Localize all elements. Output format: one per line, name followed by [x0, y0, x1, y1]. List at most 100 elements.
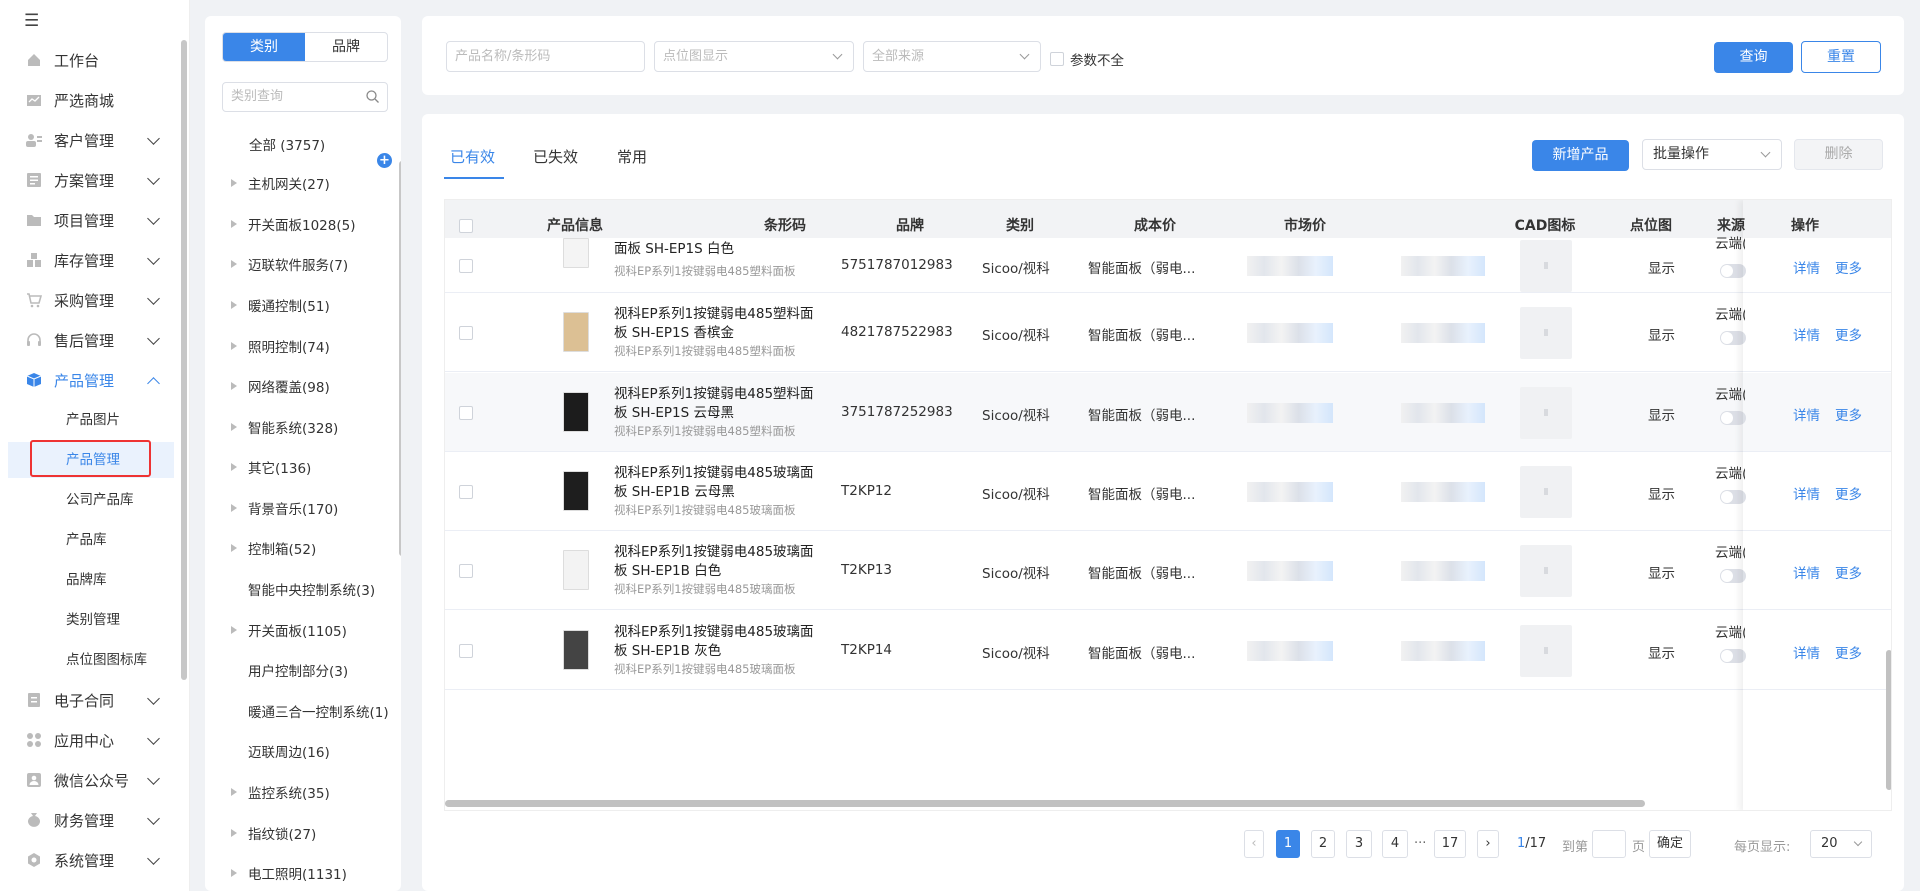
caret-right-icon[interactable]	[231, 220, 237, 228]
caret-right-icon[interactable]	[231, 260, 237, 268]
incomplete-params-filter[interactable]: 参数不全	[1050, 49, 1124, 69]
pagination-ellipsis[interactable]: ···	[1414, 836, 1426, 851]
sidebar-item-product[interactable]: 产品管理	[8, 362, 174, 398]
sidebar-item-purchase[interactable]: 采购管理	[8, 282, 174, 318]
sidebar-item-finance[interactable]: 财务管理	[8, 802, 174, 838]
category-item[interactable]: 控制箱(52)	[205, 528, 401, 568]
page-3-button[interactable]: 3	[1346, 830, 1372, 858]
prev-page-button[interactable]: ‹	[1244, 830, 1264, 858]
sidebar-item-project[interactable]: 项目管理	[8, 202, 174, 238]
caret-right-icon[interactable]	[231, 829, 237, 837]
table-row[interactable]: 视科EP系列1按键弱电485玻璃面板 SH-EP1B 灰色 视科EP系列1按键弱电…	[445, 611, 1891, 690]
page-1-button[interactable]: 1	[1276, 830, 1300, 858]
category-item[interactable]: 暖通控制(51)	[205, 285, 401, 325]
point-display-select[interactable]: 点位图显示	[654, 41, 854, 72]
sidebar-sub-category-management[interactable]: 类别管理	[8, 602, 174, 638]
detail-link[interactable]: 详情	[1793, 404, 1820, 424]
sidebar-sub-product-library[interactable]: 产品库	[8, 522, 174, 558]
category-all[interactable]: 全部 (3757)	[205, 124, 401, 164]
detail-link[interactable]: 详情	[1793, 257, 1820, 277]
source-select[interactable]: 全部来源	[863, 41, 1041, 72]
product-name[interactable]: 视科EP系列1按键弱电485玻璃面板 SH-EP1B 云母黑	[614, 464, 814, 502]
select-all-checkbox[interactable]	[459, 219, 473, 233]
category-item[interactable]: 开关面板1028(5)	[205, 204, 401, 244]
table-horizontal-scrollbar[interactable]	[445, 800, 1645, 807]
tab-inactive[interactable]: 已失效	[533, 146, 578, 167]
delete-button[interactable]: 删除	[1794, 139, 1883, 170]
table-row[interactable]: 视科EP系列1按键弱电485塑料面板 SH-EP1S 香槟金 视科EP系列1按键弱…	[445, 293, 1891, 372]
detail-link[interactable]: 详情	[1793, 324, 1820, 344]
page-2-button[interactable]: 2	[1311, 830, 1335, 858]
product-thumbnail[interactable]	[563, 471, 589, 511]
page-17-button[interactable]: 17	[1434, 830, 1466, 858]
caret-right-icon[interactable]	[231, 423, 237, 431]
category-item[interactable]: 智能系统(328)	[205, 407, 401, 447]
detail-link[interactable]: 详情	[1793, 642, 1820, 662]
table-row[interactable]: 视科EP系列1按键弱电485玻璃面板 SH-EP1B 白色 视科EP系列1按键弱电…	[445, 531, 1891, 610]
reset-button[interactable]: 重置	[1801, 41, 1881, 73]
incomplete-params-checkbox[interactable]	[1050, 52, 1064, 66]
sidebar-sub-product-images[interactable]: 产品图片	[8, 402, 174, 438]
product-name-input[interactable]: 产品名称/条形码	[446, 41, 645, 72]
caret-right-icon[interactable]	[231, 382, 237, 390]
row-checkbox[interactable]	[459, 406, 473, 420]
product-name[interactable]: 视科EP系列1按键弱电485玻璃面板 SH-EP1B 灰色	[614, 623, 814, 661]
row-checkbox[interactable]	[459, 485, 473, 499]
product-thumbnail[interactable]	[563, 238, 589, 268]
detail-link[interactable]: 详情	[1793, 562, 1820, 582]
sidebar-item-customer[interactable]: 客户管理	[8, 122, 174, 158]
caret-right-icon[interactable]	[231, 463, 237, 471]
cad-icon-placeholder[interactable]	[1520, 466, 1572, 518]
cad-icon-placeholder[interactable]	[1520, 240, 1572, 292]
sidebar-sub-point-icon-library[interactable]: 点位图图标库	[8, 642, 174, 678]
sidebar-item-system[interactable]: 系统管理	[8, 842, 174, 878]
more-link[interactable]: 更多	[1835, 642, 1862, 662]
cad-icon-placeholder[interactable]	[1520, 387, 1572, 439]
category-item[interactable]: 网络覆盖(98)	[205, 366, 401, 406]
caret-right-icon[interactable]	[231, 504, 237, 512]
sidebar-item-inventory[interactable]: 库存管理	[8, 242, 174, 278]
tab-common[interactable]: 常用	[617, 146, 647, 167]
category-item[interactable]: 智能中央控制系统(3)	[205, 569, 401, 609]
cad-icon-placeholder[interactable]	[1520, 625, 1572, 677]
caret-right-icon[interactable]	[231, 342, 237, 350]
category-item[interactable]: 背景音乐(170)	[205, 488, 401, 528]
caret-right-icon[interactable]	[231, 544, 237, 552]
row-checkbox[interactable]	[459, 326, 473, 340]
more-link[interactable]: 更多	[1835, 562, 1862, 582]
row-checkbox[interactable]	[459, 259, 473, 273]
goto-page-input[interactable]	[1592, 830, 1626, 858]
cad-icon-placeholder[interactable]	[1520, 545, 1572, 597]
row-checkbox[interactable]	[459, 644, 473, 658]
caret-right-icon[interactable]	[231, 869, 237, 877]
sidebar-sub-brand-library[interactable]: 品牌库	[8, 562, 174, 598]
category-item[interactable]: 其它(136)	[205, 447, 401, 487]
product-name[interactable]: 面板 SH-EP1S 白色	[614, 240, 814, 259]
cad-icon-placeholder[interactable]	[1520, 307, 1572, 359]
source-toggle[interactable]	[1720, 264, 1746, 278]
category-item[interactable]: 指纹锁(27)	[205, 813, 401, 853]
category-item[interactable]: 主机网关(27)	[205, 163, 401, 203]
product-name[interactable]: 视科EP系列1按键弱电485塑料面板 SH-EP1S 云母黑	[614, 385, 814, 423]
category-item[interactable]: 用户控制部分(3)	[205, 650, 401, 690]
category-search-input[interactable]: 类别查询	[222, 82, 388, 112]
caret-right-icon[interactable]	[231, 301, 237, 309]
more-link[interactable]: 更多	[1835, 257, 1862, 277]
category-item[interactable]: 开关面板(1105)	[205, 610, 401, 650]
tab-category[interactable]: 类别	[223, 33, 305, 61]
sidebar-item-plan[interactable]: 方案管理	[8, 162, 174, 198]
table-row[interactable]: 面板 SH-EP1S 白色 视科EP系列1按键弱电485塑料面板 575178701…	[445, 236, 1891, 293]
product-thumbnail[interactable]	[563, 392, 589, 432]
sidebar-item-apps[interactable]: 应用中心	[8, 722, 174, 758]
add-product-button[interactable]: 新增产品	[1532, 140, 1629, 171]
product-thumbnail[interactable]	[563, 550, 589, 590]
category-item[interactable]: 迈联周边(16)	[205, 731, 401, 771]
sidebar-item-contract[interactable]: 电子合同	[8, 682, 174, 718]
source-toggle[interactable]	[1720, 569, 1746, 583]
category-item[interactable]: 迈联软件服务(7)	[205, 244, 401, 284]
category-scrollbar[interactable]	[399, 161, 401, 556]
source-toggle[interactable]	[1720, 649, 1746, 663]
sidebar-item-mall[interactable]: 严选商城	[8, 82, 174, 118]
table-row[interactable]: 视科EP系列1按键弱电485玻璃面板 SH-EP1B 云母黑 视科EP系列1按键弱…	[445, 452, 1891, 531]
product-thumbnail[interactable]	[563, 312, 589, 352]
